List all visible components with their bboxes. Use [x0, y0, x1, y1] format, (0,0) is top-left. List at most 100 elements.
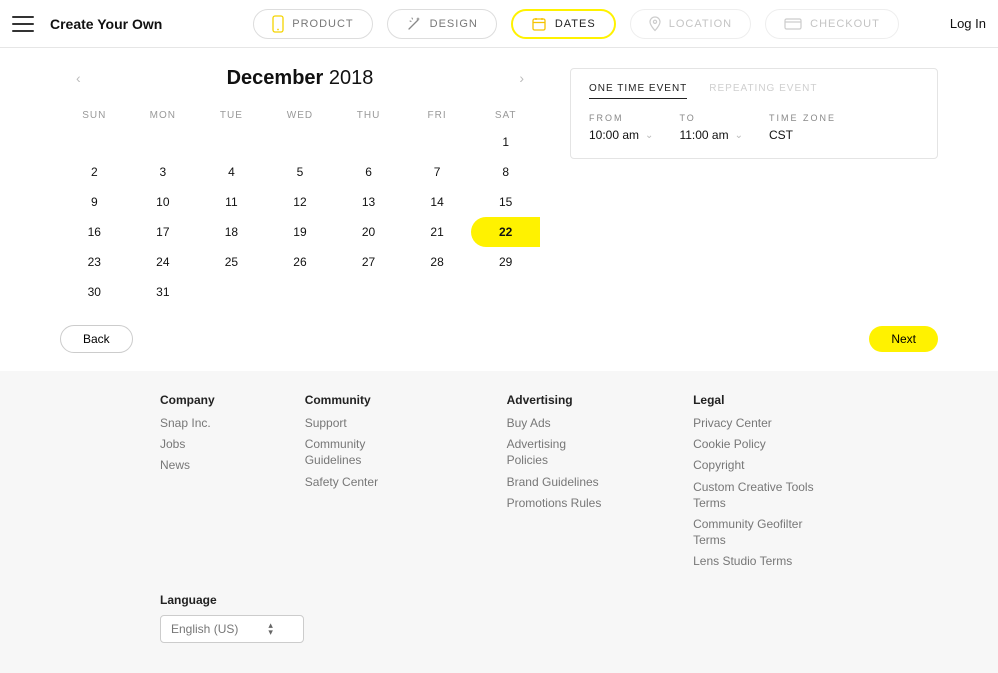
footer-link[interactable]: Copyright: [693, 457, 838, 473]
tab-one-time[interactable]: ONE TIME EVENT: [589, 83, 687, 99]
footer-link[interactable]: Lens Studio Terms: [693, 553, 838, 569]
calendar-day[interactable]: 25: [197, 247, 266, 277]
calendar-day: [334, 127, 403, 157]
footer-link[interactable]: Jobs: [160, 436, 215, 452]
next-month-button[interactable]: ›: [509, 66, 534, 90]
calendar-day[interactable]: 4: [197, 157, 266, 187]
next-button[interactable]: Next: [869, 326, 938, 352]
main: ‹ December 2018 › SUNMONTUEWEDTHUFRISAT …: [0, 48, 998, 307]
calendar-day: [403, 127, 472, 157]
event-panel: ONE TIME EVENT REPEATING EVENT FROM 10:0…: [570, 68, 938, 159]
calendar-day[interactable]: 29: [471, 247, 540, 277]
from-label: FROM: [589, 113, 653, 123]
day-header: SAT: [471, 104, 540, 127]
day-header: THU: [334, 104, 403, 127]
calendar-day: [334, 277, 403, 307]
footer-link[interactable]: Cookie Policy: [693, 436, 838, 452]
app-title: Create Your Own: [50, 16, 162, 32]
footer-company: Company Snap Inc.JobsNews: [160, 393, 215, 575]
step-label: LOCATION: [669, 18, 732, 30]
from-field[interactable]: FROM 10:00 am⌄: [589, 113, 653, 142]
footer-language: Language English (US) ▴▾: [0, 575, 998, 643]
calendar-day[interactable]: 23: [60, 247, 129, 277]
calendar-day[interactable]: 5: [266, 157, 335, 187]
card-icon: [784, 18, 802, 30]
calendar-day: [60, 127, 129, 157]
footer-link[interactable]: Privacy Center: [693, 415, 838, 431]
calendar-icon: [531, 16, 547, 32]
footer-link[interactable]: Custom Creative Tools Terms: [693, 479, 838, 511]
calendar-day[interactable]: 14: [403, 187, 472, 217]
back-button[interactable]: Back: [60, 325, 133, 353]
footer-link[interactable]: Advertising Policies: [507, 436, 603, 468]
chevron-down-icon: ⌄: [645, 130, 653, 141]
step-label: CHECKOUT: [810, 18, 880, 30]
calendar-day[interactable]: 17: [129, 217, 198, 247]
footer-heading: Advertising: [507, 393, 603, 407]
footer-heading: Legal: [693, 393, 838, 407]
calendar-day[interactable]: 11: [197, 187, 266, 217]
day-header: TUE: [197, 104, 266, 127]
footer-heading: Community: [305, 393, 417, 407]
calendar-day[interactable]: 15: [471, 187, 540, 217]
calendar-day[interactable]: 13: [334, 187, 403, 217]
topbar: Create Your Own PRODUCT DESIGN DATES LOC…: [0, 0, 998, 48]
menu-icon[interactable]: [12, 16, 34, 32]
footer-link[interactable]: Snap Inc.: [160, 415, 215, 431]
event-tabs: ONE TIME EVENT REPEATING EVENT: [589, 83, 919, 99]
prev-month-button[interactable]: ‹: [66, 66, 91, 90]
footer-link[interactable]: Safety Center: [305, 474, 417, 490]
timezone-field[interactable]: TIME ZONE CST: [769, 113, 836, 142]
footer-link[interactable]: Support: [305, 415, 417, 431]
step-location: LOCATION: [630, 9, 751, 39]
tab-repeating[interactable]: REPEATING EVENT: [709, 83, 817, 99]
language-value: English (US): [171, 622, 238, 636]
to-field[interactable]: TO 11:00 am⌄: [679, 113, 743, 142]
calendar-day[interactable]: 26: [266, 247, 335, 277]
calendar-day[interactable]: 6: [334, 157, 403, 187]
footer-community: Community Support Community Guidelines Saf…: [305, 393, 417, 575]
calendar-day[interactable]: 30: [60, 277, 129, 307]
day-header: FRI: [403, 104, 472, 127]
calendar-day[interactable]: 24: [129, 247, 198, 277]
calendar-day[interactable]: 1: [471, 127, 540, 157]
calendar-day[interactable]: 10: [129, 187, 198, 217]
calendar-day[interactable]: 2: [60, 157, 129, 187]
calendar-day[interactable]: 3: [129, 157, 198, 187]
calendar-day[interactable]: 20: [334, 217, 403, 247]
calendar-day: [197, 127, 266, 157]
calendar-day[interactable]: 9: [60, 187, 129, 217]
day-header: SUN: [60, 104, 129, 127]
footer-link[interactable]: Community Guidelines: [305, 436, 417, 468]
calendar-day[interactable]: 31: [129, 277, 198, 307]
tz-label: TIME ZONE: [769, 113, 836, 123]
step-design[interactable]: DESIGN: [387, 9, 497, 39]
footer-link[interactable]: Community Geofilter Terms: [693, 516, 838, 548]
calendar-day[interactable]: 28: [403, 247, 472, 277]
footer-link[interactable]: Promotions Rules: [507, 495, 603, 511]
language-select[interactable]: English (US) ▴▾: [160, 615, 304, 643]
calendar-day[interactable]: 8: [471, 157, 540, 187]
wand-icon: [406, 16, 422, 32]
step-checkout: CHECKOUT: [765, 9, 899, 39]
calendar-day[interactable]: 16: [60, 217, 129, 247]
updown-icon: ▴▾: [268, 622, 273, 636]
footer-link[interactable]: Brand Guidelines: [507, 474, 603, 490]
day-header: WED: [266, 104, 335, 127]
step-product[interactable]: PRODUCT: [253, 9, 372, 39]
calendar-day[interactable]: 7: [403, 157, 472, 187]
footer-heading: Language: [160, 593, 838, 607]
calendar-day[interactable]: 12: [266, 187, 335, 217]
step-label: PRODUCT: [292, 18, 353, 30]
calendar-day[interactable]: 18: [197, 217, 266, 247]
calendar-day[interactable]: 27: [334, 247, 403, 277]
calendar-day[interactable]: 19: [266, 217, 335, 247]
step-dates[interactable]: DATES: [511, 9, 616, 39]
footer-link[interactable]: News: [160, 457, 215, 473]
footer-link[interactable]: Buy Ads: [507, 415, 603, 431]
login-link[interactable]: Log In: [950, 16, 986, 31]
calendar-day: [471, 277, 540, 307]
calendar-day[interactable]: 21: [403, 217, 472, 247]
calendar-day[interactable]: 22: [471, 217, 540, 247]
tz-value: CST: [769, 128, 793, 142]
